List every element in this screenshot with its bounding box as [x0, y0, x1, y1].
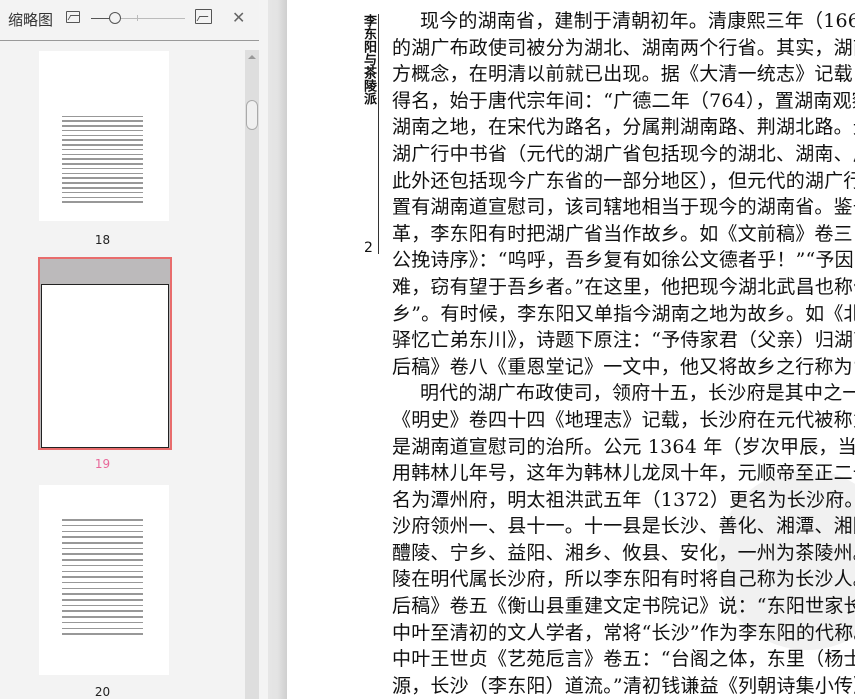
text-line: 驿忆亡弟东川》，诗题下原注：“予侍家君（父亲）归湖南。”在《文 [392, 329, 855, 352]
text-line: 名为潭州府，明太祖洪武五年（1372）更名为长沙府。明代的长 [392, 488, 855, 511]
page-shadow [268, 0, 287, 699]
thumbnail-text-line [62, 570, 143, 572]
thumbnail-text-line [62, 187, 143, 189]
thumbnail-text-line [62, 120, 143, 122]
thumbnail-text-line [62, 553, 143, 555]
thumbnail-text-line [62, 153, 143, 156]
thumbnail-text-line [62, 182, 143, 184]
text-line: 是湖南道宣慰司的治所。公元 1364 年（岁次甲辰，当时朱元璋采 [392, 435, 855, 458]
thumbnail-text-line [62, 581, 143, 584]
thumbnail-text-line [62, 542, 143, 544]
running-head-rule [378, 14, 379, 254]
thumbnail-text-line [62, 144, 143, 146]
zoom-in-image-icon[interactable] [195, 9, 212, 24]
thumbnail-text-line [62, 191, 143, 194]
text-line: 后稿》卷八《重恩堂记》一文中，他又将故乡之行称为“湖南之行”。 [392, 355, 855, 378]
running-head: 李东阳与茶陵派 [361, 14, 376, 105]
thumbnail-page-20[interactable] [39, 485, 169, 675]
slider-handle[interactable] [108, 12, 121, 24]
scrollbar-thumb[interactable] [246, 100, 258, 130]
thumbnail-text-line [62, 633, 143, 635]
thumbnail-text-line [62, 196, 143, 199]
thumbnail-page-18[interactable] [39, 51, 169, 221]
close-icon[interactable]: ✕ [232, 8, 245, 27]
text-line: 《明史》卷四十四《地理志》记载，长沙府在元代被称为天临路， [392, 408, 855, 431]
text-line: 革，李东阳有时把湖广省当作故乡。如《文前稿》卷三《武昌徐 [392, 222, 855, 245]
scroll-up-arrow-icon[interactable] [248, 55, 256, 59]
text-line: 乡”。有时候，李东阳又单指今湖南之地为故乡。如《北上录·连窝 [392, 302, 855, 325]
thumbnail-text-line [62, 536, 143, 538]
thumbnail-label: 18 [94, 233, 111, 247]
text-line: 醴陵、宁乡、益阳、湘乡、攸县、安化，一州为茶陵州。因为茶 [392, 541, 855, 564]
thumbnail-text-line [62, 172, 143, 175]
text-line: 后稿》卷五《衡山县重建文定书院记》说：“东阳世家长沙。”明 [392, 595, 855, 618]
text-line: 方概念，在明清以前就已出现。据《大清一统志》记载，湖南的 [392, 63, 855, 86]
thumbnail-text-line [62, 148, 143, 151]
sidebar-title: 缩略图 [8, 11, 54, 29]
text-line: 此外还包括现今广东省的一部分地区），但元代的湖广行省下面分 [392, 169, 855, 192]
text-line: 湖广行中书省（元代的湖广省包括现今的湖北、湖南、广西三省， [392, 142, 855, 165]
thumbnail-text-line [62, 547, 143, 550]
text-line: 中叶王世贞《艺苑卮言》卷五：“台阁之体，东里（杨士奇）辟 [392, 648, 855, 671]
thumbnail-text-line [62, 616, 143, 618]
thumbnail-label: 19 [94, 457, 111, 471]
thumbnail-text-line [62, 587, 143, 590]
text-line: 源，长沙（李东阳）道流。”清初钱谦益《列朝诗集小传》丙集 [392, 674, 855, 697]
zoom-out-image-icon[interactable] [66, 11, 80, 23]
visible-area-indicator[interactable] [41, 284, 169, 448]
slider-tick [137, 15, 138, 21]
thumbnail-text-line [62, 201, 143, 203]
document-page: 李东阳与茶陵派 2 现今的湖南省，建制于清朝初年。清康熙三年（1664），明代的… [287, 0, 855, 699]
thumbnail-text-line [62, 524, 143, 527]
thumbnail-text-line [62, 530, 143, 533]
thumbnail-text-line [62, 115, 143, 118]
text-line: 公挽诗序》：“呜呼，吾乡复有如徐公文德者乎！”“予因叹斯人之 [392, 249, 855, 272]
panel-gap [259, 0, 268, 699]
thumbnail-text-line [62, 604, 143, 607]
text-line: 置有湖南道宣慰司，该司辖地相当于现今的湖南省。鉴于以上沿 [392, 196, 855, 219]
thumbnail-text-line [62, 177, 143, 179]
body-text: 现今的湖南省，建制于清朝初年。清康熙三年（1664），明代的湖广布政使司被分为湖… [392, 8, 855, 699]
thumbnail-text-line [62, 139, 143, 141]
text-line: 用韩林儿年号，这年为韩林儿龙凤十年，元顺帝至正二十四年）， [392, 462, 855, 485]
divider [0, 40, 259, 41]
thumbnail-text-line [62, 564, 143, 567]
text-line: 沙府领州一、县十一。十一县是长沙、善化、湘潭、湘阴、浏阳、 [392, 515, 855, 538]
page-number: 2 [364, 240, 373, 256]
text-line: 现今的湖南省，建制于清朝初年。清康熙三年（1664），明代 [420, 10, 855, 32]
thumbnail-text-line [62, 576, 143, 578]
thumbnail-text-line [62, 163, 143, 165]
thumbnail-page-19[interactable] [38, 257, 172, 450]
text-line: 难，窃有望于吾乡者。”在这里，他把现今湖北武昌也称作“吾 [392, 275, 855, 298]
sidebar-header: 缩略图 ✕ [0, 0, 259, 40]
thumbnail-text-line [62, 158, 143, 160]
thumbnail-text-line [62, 610, 143, 612]
text-line: 湖南之地，在宋代为路名，分属荆湖南路、荆湖北路。元代，属 [392, 116, 855, 139]
thumbnail-text-line [62, 627, 143, 629]
thumbnail-text-line [62, 134, 143, 137]
thumbnail-text-line [62, 559, 143, 561]
thumbnail-text-line [62, 129, 143, 132]
thumbnail-label: 20 [94, 685, 111, 699]
text-line: 得名，始于唐代宗年间：“广德二年（764），置湖南观察使。”今 [392, 89, 855, 112]
thumbnail-text-line [62, 167, 143, 170]
text-line: 陵在明代属长沙府，所以李东阳有时将自己称为长沙人。如《文 [392, 568, 855, 591]
thumbnail-text-line [62, 519, 143, 521]
thumbnail-text-line [62, 593, 143, 595]
text-line: 明代的湖广布政使司，领府十五，长沙府是其中之一。据 [420, 382, 855, 405]
sidebar-scrollbar[interactable] [245, 50, 259, 699]
text-line: 的湖广布政使司被分为湖北、湖南两个行省。其实，湖南这个地 [392, 36, 855, 59]
thumbnail-text-line [62, 621, 143, 624]
thumbnail-text-line [62, 599, 143, 601]
thumbnail-text-line [62, 125, 143, 127]
text-line: 中叶至清初的文人学者，常将“长沙”作为李东阳的代称。如明 [392, 621, 855, 644]
thumbnail-sidebar: 缩略图 ✕ 18 19 20 [0, 0, 259, 699]
